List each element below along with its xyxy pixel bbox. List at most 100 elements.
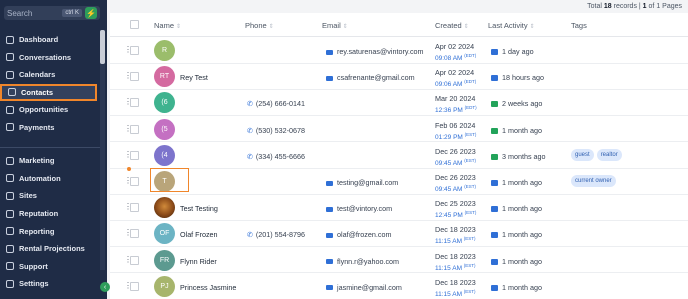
select-all-checkbox[interactable] <box>130 20 139 29</box>
table-row[interactable]: ⋮ RT Rey Test csafrenante@gmail.com Apr 02 2… <box>110 63 688 90</box>
tag-chip[interactable]: current owner <box>571 175 616 187</box>
table-row[interactable]: ⋮ OF Olaf Frozen ✆ (201) 554-8796 olaf@frozen… <box>110 220 688 248</box>
reporting-icon <box>6 227 14 236</box>
contact-phone[interactable]: ✆ (201) 554-8796 <box>247 230 305 239</box>
row-checkbox[interactable] <box>130 98 139 108</box>
table-row[interactable]: ⋮ (6 ✆ (254) 666-0141 Mar 20 2024 12:36 PM (E… <box>110 89 688 117</box>
avatar[interactable]: OF <box>154 223 175 245</box>
contact-email[interactable]: flynn.r@yahoo.com <box>326 257 399 266</box>
contact-email[interactable]: jasmine@gmail.com <box>326 283 402 292</box>
contact-name[interactable]: Olaf Frozen <box>180 230 218 239</box>
row-checkbox[interactable] <box>130 229 139 239</box>
contact-email[interactable]: test@vintory.com <box>326 204 392 213</box>
contact-phone[interactable]: ✆ (254) 666-0141 <box>247 99 305 108</box>
row-checkbox[interactable] <box>130 124 139 134</box>
mail-icon <box>491 180 498 187</box>
avatar-initials: R <box>161 47 168 54</box>
row-checkbox[interactable] <box>130 203 139 213</box>
collapse-sidebar-icon[interactable]: ‹ <box>100 282 110 292</box>
sidebar-item-conversations[interactable]: Conversations <box>0 49 100 67</box>
avatar-highlight <box>150 168 189 192</box>
sidebar-item-sites[interactable]: Sites <box>0 187 100 205</box>
contact-email[interactable]: testing@gmail.com <box>326 178 398 187</box>
avatar[interactable]: (6 <box>154 92 175 114</box>
sidebar-item-calendars[interactable]: Calendars <box>0 66 100 84</box>
table-row[interactable]: ⋮ Test Testing test@vintory.com Dec 25 2023… <box>110 194 688 221</box>
table-row[interactable]: ⋮ Ttesting@gmail.com Dec 26 2023 09:45 AM (… <box>110 168 688 195</box>
contact-phone[interactable]: ✆ (334) 455-6666 <box>247 152 305 161</box>
created-timezone: (EDT) <box>464 53 477 58</box>
header-created[interactable]: Created ⇕ <box>435 21 469 30</box>
avatar[interactable]: FR <box>154 249 175 271</box>
sms-icon <box>491 101 498 108</box>
avatar[interactable]: (4 <box>154 144 175 166</box>
table-row[interactable]: ⋮ (4 ✆ (334) 455-6666 Dec 26 2023 09:45 AM (E… <box>110 142 688 169</box>
table-row[interactable]: ⋮ PJ Princess Jasmine jasmine@gmail.com Dec … <box>110 273 688 299</box>
sidebar-item-label: Opportunities <box>19 105 69 115</box>
tag-chip[interactable]: guest <box>571 148 594 161</box>
tag-chip[interactable]: realtor <box>596 148 622 161</box>
avatar[interactable]: R <box>154 40 175 61</box>
header-phone[interactable]: Phone ⇕ <box>245 21 274 30</box>
avatar[interactable]: RT <box>154 66 175 88</box>
scrollbar-thumb[interactable] <box>100 30 105 64</box>
table-row[interactable]: ⋮ (5 ✆ (530) 532-0678 Feb 06 2024 01:29 PM (E… <box>110 116 688 143</box>
sidebar-item-payments[interactable]: Payments <box>0 119 100 137</box>
sidebar-item-reporting[interactable]: Reporting <box>0 222 100 240</box>
header-name[interactable]: Name ⇕ <box>154 21 181 30</box>
created-day: Dec 26 2023 <box>435 173 476 182</box>
sms-icon <box>491 127 498 134</box>
sidebar-item-rental-projections[interactable]: Rental Projections <box>0 240 100 258</box>
contact-name[interactable]: Flynn Rider <box>180 257 217 266</box>
header-email[interactable]: Email ⇕ <box>322 21 348 30</box>
contact-email[interactable]: rey.saturenas@vintory.com <box>326 47 424 56</box>
avatar[interactable]: (5 <box>154 118 175 140</box>
sidebar-item-contacts[interactable]: Contacts <box>0 83 97 101</box>
created-timezone: (EST) <box>464 210 477 216</box>
avatar-initials: (6 <box>161 99 168 107</box>
contact-email[interactable]: csafrenante@gmail.com <box>326 73 415 82</box>
sidebar-item-automation[interactable]: Automation <box>0 170 100 188</box>
records-summary: Total 18 records | 1 of 1 Pages <box>110 0 688 13</box>
sidebar-item-support[interactable]: Support <box>0 258 100 276</box>
table-row[interactable]: ⋮ FR Flynn Rider flynn.r@yahoo.com Dec 18 20… <box>110 247 688 274</box>
sidebar-item-reputation[interactable]: Reputation <box>0 205 100 223</box>
avatar[interactable]: PJ <box>154 275 175 297</box>
sort-icon[interactable]: ⇕ <box>464 24 469 30</box>
row-checkbox[interactable] <box>130 177 139 186</box>
avatar[interactable] <box>154 197 175 219</box>
automation-icon <box>6 174 14 183</box>
contact-phone[interactable]: ✆ (530) 532-0678 <box>247 126 305 135</box>
header-activity[interactable]: Last Activity ⇕ <box>488 21 535 30</box>
activity-text: 1 day ago <box>502 47 534 56</box>
created-time: 11:15 AM <box>435 290 462 298</box>
sort-icon[interactable]: ⇕ <box>343 24 348 30</box>
created-timezone: (EST) <box>464 157 477 163</box>
contact-email[interactable]: olaf@frozen.com <box>326 230 391 239</box>
sidebar-item-dashboard[interactable]: Dashboard <box>0 31 100 49</box>
sort-icon[interactable]: ⇕ <box>176 24 181 30</box>
table-header: Name ⇕ Phone ⇕ Email ⇕ Created ⇕ Last Activi… <box>110 13 688 37</box>
sort-icon[interactable]: ⇕ <box>530 24 535 30</box>
contact-name[interactable]: Test Testing <box>180 204 218 213</box>
phone-text: (530) 532-0678 <box>255 125 306 135</box>
sidebar-item-opportunities[interactable]: Opportunities <box>0 101 100 119</box>
created-day: Dec 25 2023 <box>435 199 476 209</box>
search-box[interactable]: Search ctrl K ⚡ <box>4 6 100 20</box>
sidebar-item-marketing[interactable]: Marketing <box>0 152 100 170</box>
sort-icon[interactable]: ⇕ <box>269 24 274 30</box>
row-checkbox[interactable] <box>130 46 139 55</box>
activity-text: 1 month ago <box>502 178 542 187</box>
row-checkbox[interactable] <box>130 150 139 160</box>
email-text: rey.saturenas@vintory.com <box>337 47 424 56</box>
created-day: Mar 20 2024 <box>435 94 476 104</box>
contact-name[interactable]: Rey Test <box>180 73 208 82</box>
sidebar-item-settings[interactable]: Settings <box>0 275 100 293</box>
row-checkbox[interactable] <box>130 255 139 265</box>
contact-name[interactable]: Princess Jasmine <box>180 283 236 292</box>
table-row[interactable]: ⋮ Rrey.saturenas@vintory.com Apr 02 2024 09… <box>110 37 688 64</box>
sidebar-scrollbar[interactable] <box>100 30 105 270</box>
row-checkbox[interactable] <box>130 72 139 82</box>
row-checkbox[interactable] <box>130 281 139 291</box>
bolt-icon[interactable]: ⚡ <box>85 7 97 19</box>
